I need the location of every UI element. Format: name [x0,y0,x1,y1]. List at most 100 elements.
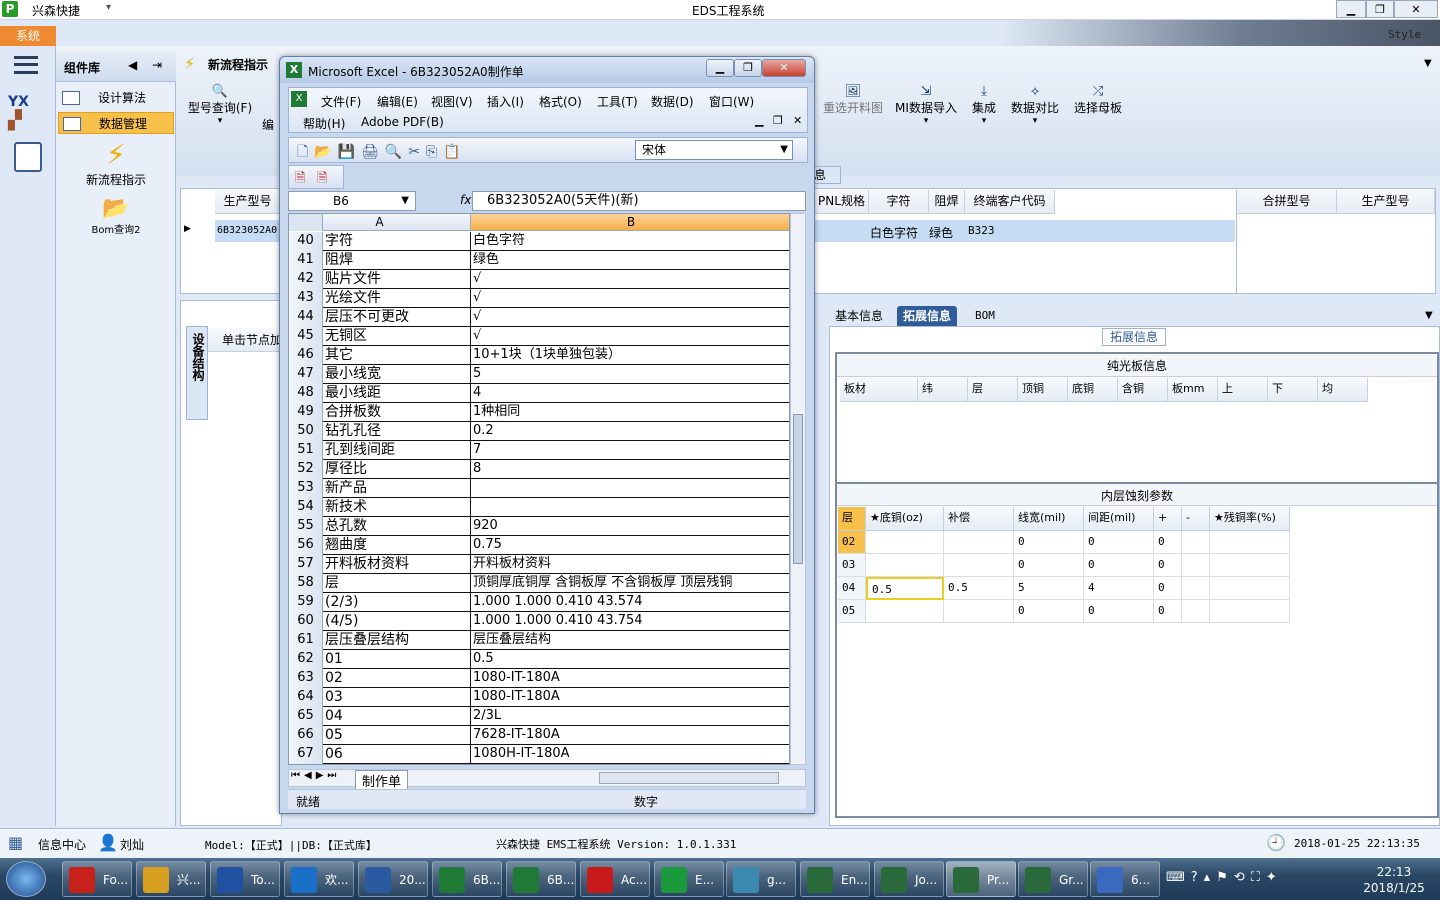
fx-icon[interactable]: fx [460,193,471,207]
model-query-button[interactable]: 🔍 型号查询(F) ▾ [184,84,256,126]
name-box[interactable]: B6 ▼ [288,191,416,211]
cell-a[interactable]: 翘曲度 [323,536,471,555]
cell-a[interactable]: 新技术 [323,498,471,517]
pdf-email-icon[interactable]: 🗎 [317,169,327,191]
scroll-thumb[interactable] [793,414,803,564]
cell-a[interactable]: 合拼板数 [323,403,471,422]
row-number[interactable]: 54 [289,498,323,517]
menu-view[interactable]: 视图(V) [431,93,473,110]
cell-b[interactable]: 顶铜厚底铜厚 含铜板厚 不含铜板厚 顶层残铜 [471,574,789,593]
info-tab-partial[interactable]: 息 [811,166,841,184]
menu-format[interactable]: 格式(O) [539,93,582,110]
cell-a[interactable]: (4/5) [323,612,471,631]
excel-minimize-button[interactable]: ▁ [706,59,734,77]
row-number[interactable]: 55 [289,517,323,536]
table-cell[interactable]: 0 [1014,554,1084,577]
formula-bar[interactable]: 6B323052A0(5天件)(新) [472,191,806,211]
table-cell[interactable] [1182,554,1210,577]
cell-b[interactable]: 1种相同 [471,403,789,422]
taskbar-clock[interactable]: 22:13 2018/1/25 [1352,864,1436,896]
table-cell[interactable]: 0 [1014,600,1084,623]
row-number[interactable]: 61 [289,631,323,650]
row-number[interactable]: 46 [289,346,323,365]
table-cell[interactable]: 0 [1014,531,1084,554]
row-number[interactable]: 63 [289,669,323,688]
taskbar-app[interactable]: 6B... [432,861,502,897]
table-cell[interactable] [1210,600,1290,623]
table-cell[interactable] [1210,577,1290,600]
tab-bom[interactable]: BOM [969,306,1001,326]
cell-b[interactable] [471,498,789,517]
cell-a[interactable]: 无铜区 [323,327,471,346]
doc-close-icon[interactable]: ✕ [793,114,802,127]
cell-b[interactable]: √ [471,289,789,308]
taskbar-app[interactable]: 兴... [136,861,206,897]
table-cell[interactable]: 0.5 [944,577,1014,600]
cell-b[interactable]: 7 [471,441,789,460]
cell-b[interactable]: 0.2 [471,422,789,441]
taskbar-app[interactable]: Jo... [874,861,944,897]
font-select[interactable]: 宋体 ▼ [635,140,793,160]
menu-edit[interactable]: 编辑(E) [377,93,418,110]
row-number[interactable]: 59 [289,593,323,612]
taskbar-app[interactable]: Ac... [580,861,650,897]
sidebar-item-design-algorithm[interactable]: 设计算法 [58,87,174,109]
cell-b[interactable]: 0.75 [471,536,789,555]
cell-b[interactable]: 920 [471,517,789,536]
cell-a[interactable]: 05 [323,726,471,745]
vertical-scrollbar[interactable] [790,213,806,765]
system-tab[interactable]: 系统 [0,26,56,46]
cell-a[interactable]: 04 [323,707,471,726]
cell-a[interactable]: 总孔数 [323,517,471,536]
cell-a[interactable]: 字符 [323,232,471,251]
table-cell[interactable] [1182,600,1210,623]
table-cell[interactable] [944,600,1014,623]
calculator-icon[interactable] [14,142,42,172]
row-number[interactable]: 41 [289,251,323,270]
cell-b[interactable]: 8 [471,460,789,479]
cell-b[interactable]: √ [471,308,789,327]
cell-b[interactable]: 7628-IT-180A [471,726,789,745]
table-cell[interactable]: 4 [1084,577,1154,600]
sheet-nav-icons[interactable]: ⏮◀▶⏭ [291,770,340,781]
cell-b[interactable]: 4/5L [471,764,790,765]
row-number[interactable]: 44 [289,308,323,327]
data-compare-button[interactable]: ⟡ 数据对比 ▾ [1006,84,1064,126]
cell-a[interactable]: 层 [323,574,471,593]
table-cell[interactable] [1182,577,1210,600]
row-number[interactable]: 65 [289,707,323,726]
row-number[interactable]: 64 [289,688,323,707]
cell-a[interactable]: 光绘文件 [323,289,471,308]
row-number[interactable]: 67 [289,745,323,764]
cell-a[interactable]: 最小线宽 [323,365,471,384]
table-cell[interactable]: 0 [1154,577,1182,600]
cell-a[interactable]: 孔到线间距 [323,441,471,460]
row-number[interactable]: 52 [289,460,323,479]
info-center-link[interactable]: 信息中心 [38,836,86,853]
cell-a[interactable]: 层压叠层结构 [323,631,471,650]
taskbar-app[interactable]: g... [726,861,796,897]
table-cell[interactable]: 6B323052A0 [215,220,281,242]
cell-a[interactable]: 厚径比 [323,460,471,479]
cell-b[interactable]: 白色字符 [471,232,789,251]
minimize-button[interactable]: ▁ [1336,0,1366,18]
row-number[interactable]: 47 [289,365,323,384]
sidebar-item-data-management[interactable]: 数据管理 [58,112,174,134]
cell-a[interactable]: 最小线距 [323,384,471,403]
cell-a[interactable]: 02 [323,669,471,688]
tab-extended-info[interactable]: 拓展信息 [897,306,958,326]
row-number[interactable]: 68 [289,764,323,765]
pdf-icon[interactable]: 🗎 [295,169,305,191]
taskbar-app[interactable]: 6... [1090,861,1160,897]
excel-doc-icon[interactable]: X [291,91,307,107]
table-cell[interactable] [1182,531,1210,554]
cell-a[interactable]: 06 [323,745,471,764]
cell-a[interactable]: 07 [323,764,471,765]
tab-basic-info[interactable]: 基本信息 [829,306,889,326]
table-cell[interactable]: 0 [1084,600,1154,623]
menu-adobe-pdf[interactable]: Adobe PDF(B) [361,115,444,129]
taskbar-app[interactable]: E... [654,861,724,897]
column-header-b[interactable]: B [471,214,789,231]
select-all-corner[interactable] [289,214,323,231]
row-number[interactable]: 53 [289,479,323,498]
